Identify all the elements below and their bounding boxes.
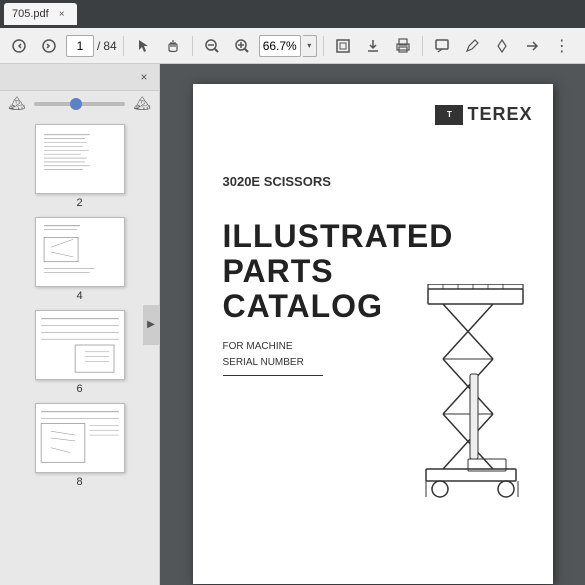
sidebar-header: × xyxy=(0,64,159,91)
list-item[interactable]: 8 xyxy=(8,403,151,488)
highlight-button[interactable] xyxy=(489,33,515,59)
zoom-out-button[interactable] xyxy=(199,33,225,59)
select-tool-button[interactable] xyxy=(130,33,156,59)
pdf-tab[interactable]: 705.pdf × xyxy=(4,3,77,25)
download-button[interactable] xyxy=(360,33,386,59)
main-area: × 🏔 🏔 xyxy=(0,64,585,585)
comment-button[interactable] xyxy=(429,33,455,59)
list-item[interactable]: 2 xyxy=(8,124,151,209)
thumbnail-list: 2 4 xyxy=(0,116,159,585)
divider-2 xyxy=(192,36,193,56)
divider-1 xyxy=(123,36,124,56)
thumbnail-page-label: 4 xyxy=(76,290,82,302)
divider-4 xyxy=(422,36,423,56)
zoom-dropdown-button[interactable]: ▾ xyxy=(303,35,317,57)
pdf-model: 3020E SCISSORS xyxy=(223,174,513,189)
fit-page-button[interactable] xyxy=(330,33,356,59)
thumbnail-page-label: 8 xyxy=(76,476,82,488)
list-item[interactable]: 4 xyxy=(8,217,151,302)
thumbnail-page-6[interactable] xyxy=(35,310,125,380)
current-page-input[interactable] xyxy=(66,35,94,57)
list-item[interactable]: 6 xyxy=(8,310,151,395)
thumb-zoom-out-icon[interactable]: 🏔 xyxy=(8,95,26,112)
total-pages: 84 xyxy=(103,39,116,53)
thumbnail-page-2[interactable] xyxy=(35,124,125,194)
toolbar: / 84 ▾ ⋮ xyxy=(0,28,585,64)
share-button[interactable] xyxy=(519,33,545,59)
pdf-page: T TEREX 3020E SCISSORS ILLUSTRATED PARTS… xyxy=(193,84,553,584)
terex-logo-text: TEREX xyxy=(467,104,532,125)
more-options-button[interactable]: ⋮ xyxy=(549,33,575,59)
thumbnail-page-8[interactable] xyxy=(35,403,125,473)
sidebar-close-button[interactable]: × xyxy=(135,68,153,86)
next-page-button[interactable] xyxy=(36,33,62,59)
thumbnail-zoom-controls: 🏔 🏔 xyxy=(0,91,159,116)
pdf-serial-underline xyxy=(223,375,323,376)
thumbnail-page-label: 2 xyxy=(76,197,82,209)
print-button[interactable] xyxy=(390,33,416,59)
thumbnail-sidebar: × 🏔 🏔 xyxy=(0,64,160,585)
prev-page-button[interactable] xyxy=(6,33,32,59)
zoom-input[interactable] xyxy=(259,35,301,57)
terex-logo-box: T xyxy=(435,105,463,125)
page-separator: / xyxy=(97,39,100,53)
pdf-title-line1: ILLUSTRATED xyxy=(223,219,513,254)
tab-filename: 705.pdf xyxy=(12,8,49,20)
zoom-in-button[interactable] xyxy=(229,33,255,59)
page-input-group: / 84 xyxy=(66,35,117,57)
tab-close-button[interactable]: × xyxy=(55,7,69,21)
thumb-zoom-slider[interactable] xyxy=(34,102,125,106)
thumb-zoom-in-icon[interactable]: 🏔 xyxy=(133,95,151,112)
sidebar-scroll-arrow[interactable]: ▶ xyxy=(143,305,159,345)
divider-3 xyxy=(323,36,324,56)
thumb-zoom-slider-handle[interactable] xyxy=(70,98,82,110)
thumbnail-page-label: 6 xyxy=(76,383,82,395)
terex-logo: T TEREX xyxy=(435,104,532,125)
hand-tool-button[interactable] xyxy=(160,33,186,59)
draw-button[interactable] xyxy=(459,33,485,59)
thumbnail-page-4[interactable] xyxy=(35,217,125,287)
pdf-viewer[interactable]: T TEREX 3020E SCISSORS ILLUSTRATED PARTS… xyxy=(160,64,585,585)
tab-bar: 705.pdf × xyxy=(0,0,585,28)
scissor-lift-illustration xyxy=(418,284,538,574)
zoom-group: ▾ xyxy=(259,35,317,57)
